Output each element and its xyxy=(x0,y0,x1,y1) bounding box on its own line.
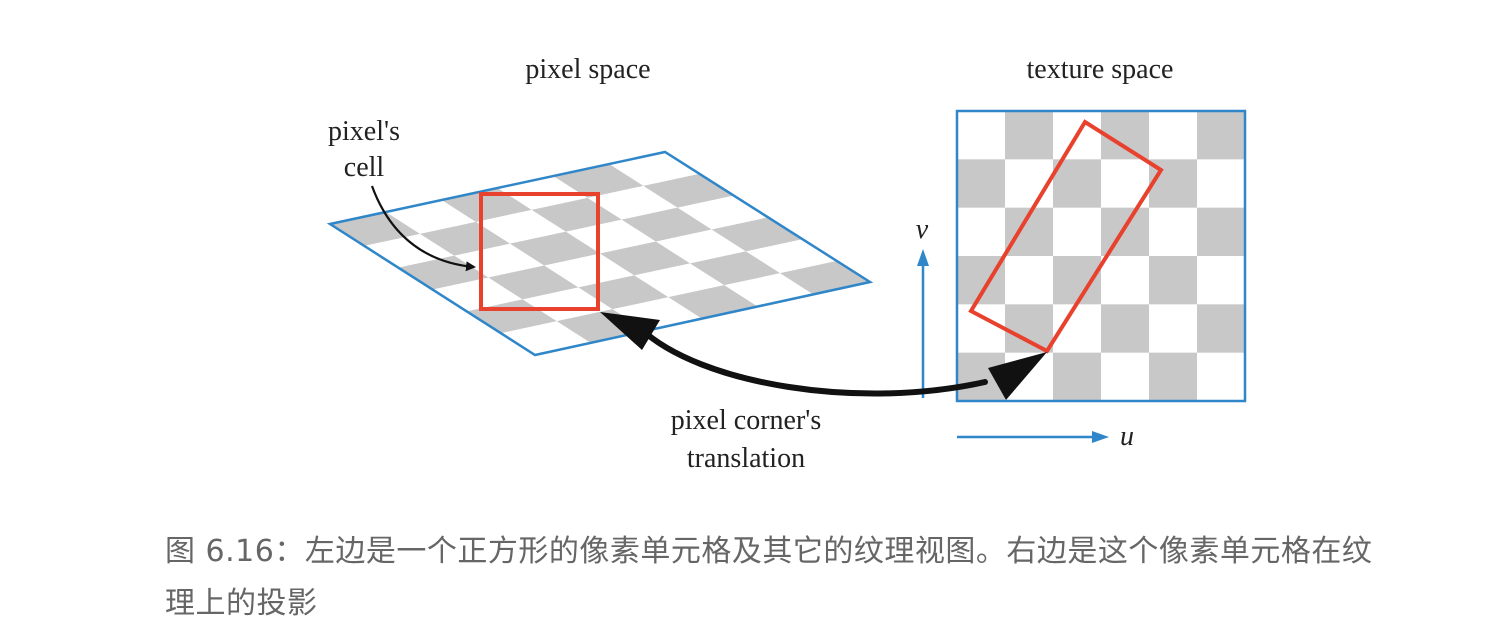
pixel-checker-cell xyxy=(578,275,669,310)
pixel-space-title: pixel space xyxy=(525,54,650,85)
pixel-checker-cell xyxy=(690,251,780,286)
u-axis-arrowhead xyxy=(1092,431,1109,443)
pixel-checker-cell xyxy=(780,261,870,295)
pixel-checker-cell xyxy=(668,285,759,319)
figure-caption: 图 6.16：左边是一个正方形的像素单元格及其它的纹理视图。右边是这个像素单元格… xyxy=(165,534,1373,621)
texture-checker-cell xyxy=(1101,304,1149,353)
translation-label-line2: translation xyxy=(687,443,805,474)
pixel-checker-cell xyxy=(488,265,579,300)
texture-space-grid xyxy=(957,111,1245,401)
texture-checker-cell xyxy=(1005,111,1053,160)
texture-checker-cell xyxy=(1101,207,1149,256)
pixel-checker-cell xyxy=(711,217,802,252)
translation-label-line1: pixel corner's xyxy=(671,405,821,436)
pixel-cell-label-line2: cell xyxy=(344,152,385,183)
pixel-checker-cell xyxy=(510,231,600,266)
u-axis-label: u xyxy=(1120,421,1134,452)
pixel-checker-cell xyxy=(420,221,510,256)
texture-checker-cell xyxy=(957,159,1005,208)
texture-checker-cell xyxy=(1197,207,1245,256)
pixel-checker-cell xyxy=(643,173,734,208)
pixel-checker-cell xyxy=(330,212,420,246)
pixel-checker-cell xyxy=(531,197,622,232)
pixel-checker-cell xyxy=(600,241,690,276)
texture-checker-cell xyxy=(1005,304,1053,353)
pixel-cell-label-line1: pixel's xyxy=(328,116,400,147)
texture-checker-cell xyxy=(1053,352,1101,401)
texture-checker-cell xyxy=(1197,111,1245,160)
v-axis-label: v xyxy=(916,214,929,245)
texture-mapping-figure: pixel space texture space pixel's cell v… xyxy=(326,54,1247,474)
corner-translation-arrow xyxy=(637,325,988,397)
texture-checker-cell xyxy=(1149,352,1197,401)
texture-checker-cell xyxy=(1197,304,1245,353)
v-axis-arrowhead xyxy=(917,249,929,266)
pixel-checker-cell xyxy=(621,207,712,242)
texture-space-title: texture space xyxy=(1027,54,1174,85)
texture-checker-cell xyxy=(1149,256,1197,305)
